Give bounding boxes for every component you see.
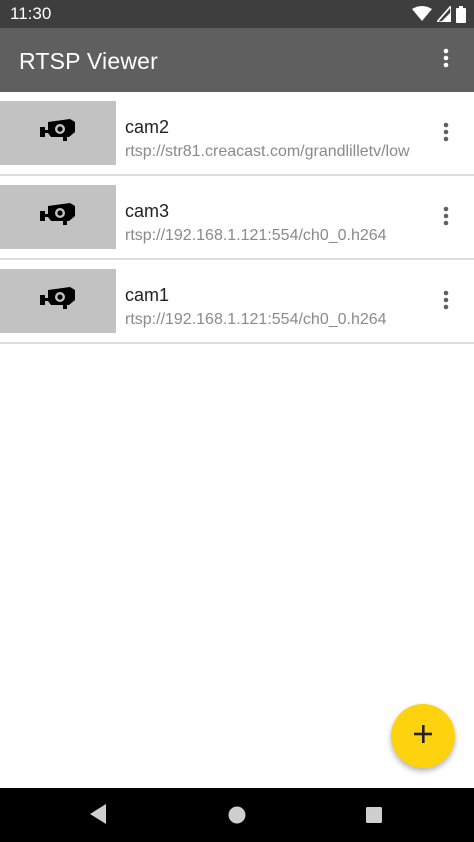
home-button[interactable] [227, 805, 247, 830]
back-button[interactable] [88, 803, 108, 830]
overflow-menu-button[interactable] [428, 42, 464, 78]
more-vert-icon [443, 206, 449, 231]
camera-url: rtsp://192.168.1.121:554/ch0_0.h264 [125, 311, 387, 328]
camera-item-menu-button[interactable] [430, 286, 462, 318]
app-bar: RTSP Viewer [0, 28, 474, 92]
camera-name: cam1 [125, 285, 170, 305]
camera-list: cam2 rtsp://str81.creacast.com/grandlill… [0, 92, 474, 344]
more-vert-icon [443, 122, 449, 147]
more-vert-icon [443, 290, 449, 315]
cell-signal-icon [437, 6, 451, 22]
app-title: RTSP Viewer [19, 48, 158, 74]
status-icons [412, 5, 466, 23]
add-camera-button[interactable] [391, 704, 455, 768]
cctv-camera-icon [39, 118, 77, 149]
camera-url: rtsp://str81.creacast.com/grandlilletv/l… [125, 143, 410, 160]
camera-url: rtsp://192.168.1.121:554/ch0_0.h264 [125, 227, 387, 244]
recents-icon [365, 807, 383, 828]
camera-item-menu-button[interactable] [430, 118, 462, 150]
battery-icon [456, 5, 466, 23]
navigation-bar [0, 788, 474, 842]
camera-list-item[interactable]: cam1 rtsp://192.168.1.121:554/ch0_0.h264 [0, 260, 474, 344]
status-time: 11:30 [10, 4, 52, 23]
cctv-camera-icon [39, 286, 77, 317]
camera-list-item[interactable]: cam3 rtsp://192.168.1.121:554/ch0_0.h264 [0, 176, 474, 260]
camera-thumbnail [0, 185, 116, 249]
camera-thumbnail [0, 101, 116, 165]
camera-name: cam2 [125, 117, 170, 137]
camera-item-menu-button[interactable] [430, 202, 462, 234]
camera-name: cam3 [125, 201, 170, 221]
cctv-camera-icon [39, 202, 77, 233]
more-vert-icon [443, 48, 449, 73]
back-icon [88, 804, 108, 829]
status-bar: 11:30 [0, 0, 474, 28]
camera-thumbnail [0, 269, 116, 333]
recents-button[interactable] [365, 806, 383, 829]
plus-icon [413, 724, 433, 749]
camera-list-item[interactable]: cam2 rtsp://str81.creacast.com/grandlill… [0, 92, 474, 176]
home-icon [227, 806, 247, 829]
wifi-icon [412, 6, 432, 22]
